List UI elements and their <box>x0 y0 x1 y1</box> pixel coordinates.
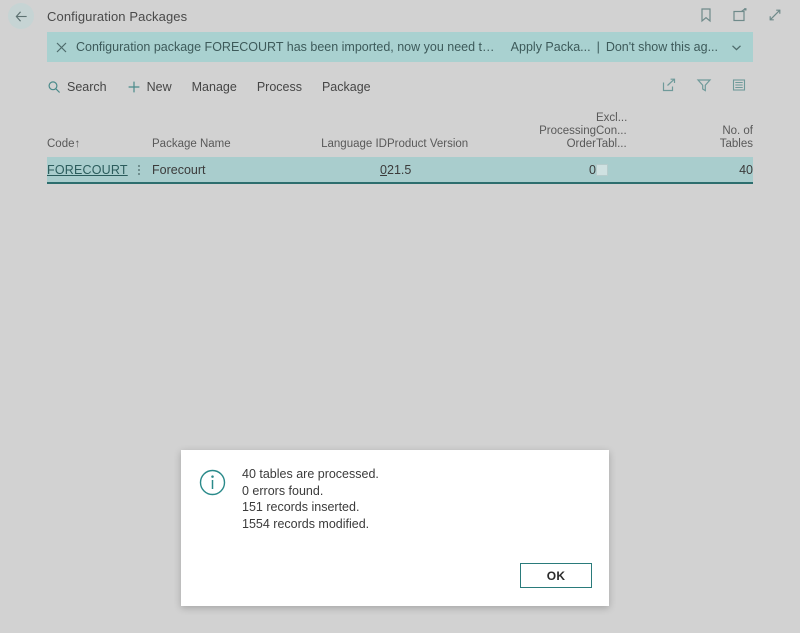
expand-icon[interactable] <box>767 7 783 26</box>
cell-excl-config-tables[interactable] <box>596 157 651 183</box>
cell-no-of-tables[interactable]: 40 <box>651 157 753 183</box>
share-icon[interactable] <box>661 77 677 96</box>
column-header-no-of-tables[interactable]: No. ofTables <box>651 112 753 157</box>
info-dialog: 40 tables are processed. 0 errors found.… <box>181 450 609 606</box>
notification-actions: Apply Packa... | Don't show this ag... <box>511 40 718 54</box>
search-button[interactable]: Search <box>47 80 107 94</box>
search-icon <box>47 80 61 94</box>
header-actions <box>699 7 788 26</box>
new-button[interactable]: New <box>127 80 172 94</box>
process-label: Process <box>257 80 302 94</box>
dialog-line-2: 0 errors found. <box>242 483 379 500</box>
dialog-line-3: 151 records inserted. <box>242 499 379 516</box>
column-header-package-name[interactable]: Package Name <box>152 112 312 157</box>
search-label: Search <box>67 80 107 94</box>
command-bar: Search New Manage Process Package <box>47 71 753 102</box>
dialog-line-4: 1554 records modified. <box>242 516 379 533</box>
package-menu[interactable]: Package <box>322 80 371 94</box>
cell-processing-order[interactable]: 0 <box>512 157 596 183</box>
cell-language-id[interactable]: 0 <box>312 157 387 183</box>
dialog-footer: OK <box>520 563 592 588</box>
notification-message: Configuration package FORECOURT has been… <box>76 40 499 54</box>
configuration-packages-table: Code↑ Package Name Language ID Product V… <box>47 112 753 184</box>
new-label: New <box>147 80 172 94</box>
chevron-down-icon[interactable] <box>718 41 743 54</box>
manage-label: Manage <box>192 80 237 94</box>
info-icon <box>199 469 226 532</box>
dialog-body: 40 tables are processed. 0 errors found.… <box>181 450 609 532</box>
close-icon[interactable] <box>56 42 67 53</box>
process-menu[interactable]: Process <box>257 80 302 94</box>
column-header-product-version[interactable]: Product Version <box>387 112 512 157</box>
column-header-code[interactable]: Code↑ <box>47 112 152 157</box>
table-header-row: Code↑ Package Name Language ID Product V… <box>47 112 753 157</box>
filter-icon[interactable] <box>696 77 712 96</box>
column-header-language-id[interactable]: Language ID <box>312 112 387 157</box>
language-id-link[interactable]: 0 <box>380 163 387 177</box>
app-header: Configuration Packages <box>0 0 800 32</box>
sort-ascending-icon: ↑ <box>75 138 81 150</box>
open-in-new-window-icon[interactable] <box>732 7 748 26</box>
package-label: Package <box>322 80 371 94</box>
dont-show-again-link[interactable]: Don't show this ag... <box>606 40 718 54</box>
more-options-icon[interactable] <box>138 163 140 177</box>
page-title: Configuration Packages <box>47 9 187 24</box>
code-link[interactable]: FORECOURT <box>47 163 128 177</box>
column-header-processing-order[interactable]: ProcessingOrder <box>512 112 596 157</box>
dialog-message: 40 tables are processed. 0 errors found.… <box>242 466 379 532</box>
manage-menu[interactable]: Manage <box>192 80 237 94</box>
table-body: FORECOURT Forecourt 0 21.5 0 40 <box>47 157 753 183</box>
exclude-config-tables-checkbox[interactable] <box>596 164 608 176</box>
code-cell-content: FORECOURT <box>47 163 152 177</box>
cell-package-name[interactable]: Forecourt <box>152 157 312 183</box>
bookmark-icon[interactable] <box>699 7 713 26</box>
back-arrow-icon <box>14 9 29 24</box>
ok-button[interactable]: OK <box>520 563 592 588</box>
command-bar-area: Search New Manage Process Package <box>0 71 800 102</box>
dialog-line-1: 40 tables are processed. <box>242 466 379 483</box>
notification-separator: | <box>591 40 606 54</box>
back-button[interactable] <box>8 3 34 29</box>
cell-product-version[interactable]: 21.5 <box>387 157 512 183</box>
notification-area: Configuration package FORECOURT has been… <box>0 32 800 62</box>
table-row[interactable]: FORECOURT Forecourt 0 21.5 0 40 <box>47 157 753 183</box>
column-header-code-label: Code <box>47 138 75 150</box>
column-header-excl-config-tables[interactable]: Excl...Con...Tabl... <box>596 112 651 157</box>
command-bar-right <box>661 77 753 96</box>
notification-bar: Configuration package FORECOURT has been… <box>47 32 753 62</box>
cell-code[interactable]: FORECOURT <box>47 157 152 183</box>
apply-package-link[interactable]: Apply Packa... <box>511 40 591 54</box>
data-grid-area: Code↑ Package Name Language ID Product V… <box>0 112 800 184</box>
plus-icon <box>127 80 141 94</box>
table-header: Code↑ Package Name Language ID Product V… <box>47 112 753 157</box>
list-view-icon[interactable] <box>731 77 747 96</box>
